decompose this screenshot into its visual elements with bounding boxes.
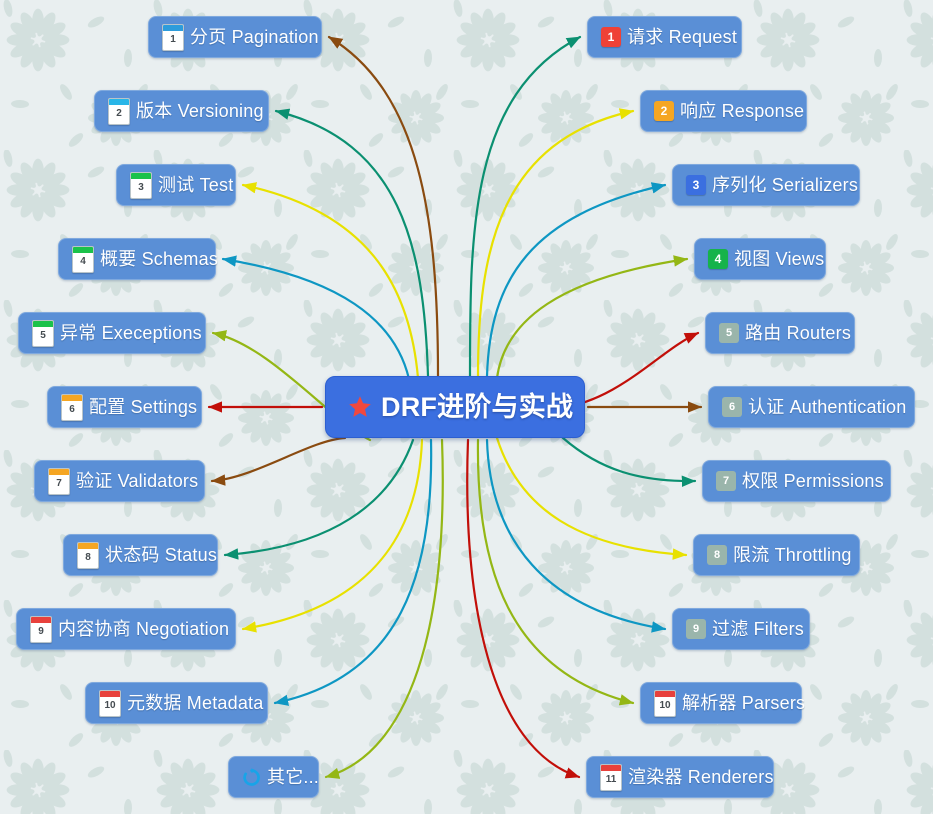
node-label-schemas: 概要 Schemas [100, 249, 219, 269]
node-label-serializers: 序列化 Serializers [712, 175, 859, 195]
refresh-icon [243, 767, 260, 786]
branch-node-routers[interactable]: 5 路由 Routers [705, 312, 855, 354]
branch-node-throttling[interactable]: 8 限流 Throttling [693, 534, 860, 576]
node-label-views: 视图 Views [734, 249, 825, 269]
node-label-negotiation: 内容协商 Negotiation [58, 619, 230, 639]
branch-node-views[interactable]: 4 视图 Views [694, 238, 826, 280]
badge-2: 2 [654, 101, 674, 121]
node-label-parsers: 解析器 Parsers [682, 693, 806, 713]
badge-7: 7 [716, 471, 736, 491]
calendar-number: 2 [116, 107, 122, 119]
node-label-exceptions: 异常 Execeptions [60, 323, 202, 343]
badge-4: 4 [708, 249, 728, 269]
node-label-permissions: 权限 Permissions [742, 471, 884, 491]
calendar-number: 4 [80, 255, 86, 267]
branch-node-schemas[interactable]: 4 概要 Schemas [58, 238, 219, 280]
calendar-top-bar [109, 98, 129, 105]
node-label-throttling: 限流 Throttling [733, 545, 852, 565]
node-label-renderers: 渲染器 Renderers [628, 767, 774, 787]
branch-node-negotiation[interactable]: 9 内容协商 Negotiation [16, 608, 236, 650]
branch-node-filters[interactable]: 9 过滤 Filters [672, 608, 810, 650]
calendar-number: 10 [104, 699, 116, 711]
mindmap-canvas: DRF进阶与实战 1 请求 Request 2 响应 Response 3 序列… [0, 0, 933, 814]
node-label-versioning: 版本 Versioning [136, 101, 264, 121]
calendar-top-bar [100, 690, 120, 697]
badge-8: 8 [707, 545, 727, 565]
calendar-number: 10 [659, 699, 671, 711]
node-label-routers: 路由 Routers [745, 323, 852, 343]
branch-node-test[interactable]: 3 测试 Test [116, 164, 236, 206]
branch-node-metadata[interactable]: 10 元数据 Metadata [85, 682, 268, 724]
badge-1: 1 [601, 27, 621, 47]
branch-node-status[interactable]: 8 状态码 Status [63, 534, 218, 576]
branch-node-others[interactable]: 其它... [228, 756, 319, 798]
branch-node-serializers[interactable]: 3 序列化 Serializers [672, 164, 860, 206]
root-node-label: DRF进阶与实战 [381, 391, 574, 422]
badge-left-3: 3 [130, 171, 152, 199]
branch-node-pagination[interactable]: 1 分页 Pagination [148, 16, 322, 58]
node-label-request: 请求 Request [627, 27, 738, 47]
calendar-top-bar [601, 764, 621, 771]
node-label-response: 响应 Response [680, 101, 805, 121]
node-label-test: 测试 Test [158, 175, 234, 195]
calendar-number: 8 [85, 551, 91, 563]
root-node[interactable]: DRF进阶与实战 [325, 376, 585, 438]
branch-node-validators[interactable]: 7 验证 Validators [34, 460, 205, 502]
badge-left-8: 8 [77, 541, 99, 569]
calendar-top-bar [78, 542, 98, 549]
node-label-validators: 验证 Validators [76, 471, 199, 491]
calendar-top-bar [655, 690, 675, 697]
branch-node-settings[interactable]: 6 配置 Settings [47, 386, 202, 428]
badge-left-2: 2 [108, 97, 130, 125]
badge-left-9: 9 [30, 615, 52, 643]
badge-11: 11 [600, 763, 622, 791]
calendar-number: 3 [138, 181, 144, 193]
badge-10: 10 [654, 689, 676, 717]
badge-3: 3 [686, 175, 706, 195]
branch-node-request[interactable]: 1 请求 Request [587, 16, 742, 58]
badge-left-6: 6 [61, 393, 83, 421]
star-icon [349, 396, 371, 417]
calendar-top-bar [73, 246, 93, 253]
node-label-pagination: 分页 Pagination [190, 27, 319, 47]
calendar-number: 9 [38, 625, 44, 637]
calendar-top-bar [131, 172, 151, 179]
badge-left-4: 4 [72, 245, 94, 273]
badge-5: 5 [719, 323, 739, 343]
calendar-top-bar [31, 616, 51, 623]
calendar-top-bar [62, 394, 82, 401]
calendar-number: 5 [40, 329, 46, 341]
calendar-top-bar [49, 468, 69, 475]
badge-left-1: 1 [162, 23, 184, 51]
branch-node-authentication[interactable]: 6 认证 Authentication [708, 386, 915, 428]
node-label-authentication: 认证 Authentication [748, 397, 907, 417]
badge-6: 6 [722, 397, 742, 417]
node-label-settings: 配置 Settings [89, 397, 198, 417]
calendar-top-bar [163, 24, 183, 31]
node-label-metadata: 元数据 Metadata [127, 693, 264, 713]
node-label-filters: 过滤 Filters [712, 619, 804, 639]
branch-node-renderers[interactable]: 11 渲染器 Renderers [586, 756, 774, 798]
branch-node-versioning[interactable]: 2 版本 Versioning [94, 90, 269, 132]
calendar-number: 6 [69, 403, 75, 415]
badge-9: 9 [686, 619, 706, 639]
badge-left-5: 5 [32, 319, 54, 347]
node-label-others: 其它... [267, 767, 320, 787]
calendar-number: 11 [605, 773, 617, 785]
calendar-top-bar [33, 320, 53, 327]
calendar-number: 1 [170, 33, 176, 45]
branch-node-permissions[interactable]: 7 权限 Permissions [702, 460, 891, 502]
node-label-status: 状态码 Status [105, 545, 218, 565]
calendar-number: 7 [56, 477, 62, 489]
badge-left-7: 7 [48, 467, 70, 495]
branch-node-response[interactable]: 2 响应 Response [640, 90, 807, 132]
badge-left-10: 10 [99, 689, 121, 717]
branch-node-exceptions[interactable]: 5 异常 Execeptions [18, 312, 206, 354]
branch-node-parsers[interactable]: 10 解析器 Parsers [640, 682, 806, 724]
